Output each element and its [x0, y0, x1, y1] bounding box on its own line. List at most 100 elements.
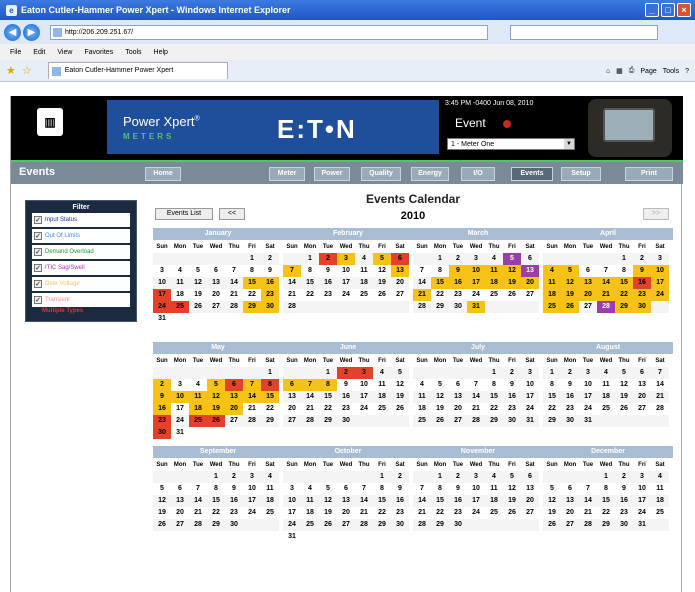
- day-cell[interactable]: 17: [337, 277, 355, 289]
- day-cell[interactable]: 13: [337, 495, 355, 507]
- day-cell[interactable]: 22: [543, 403, 561, 415]
- day-cell[interactable]: 14: [243, 391, 261, 403]
- day-cell[interactable]: 10: [153, 277, 171, 289]
- day-cell[interactable]: 5: [503, 471, 521, 483]
- nav-quality-button[interactable]: Quality: [361, 167, 401, 181]
- day-cell[interactable]: 19: [373, 277, 391, 289]
- day-cell[interactable]: 17: [521, 391, 539, 403]
- day-cell[interactable]: 7: [413, 265, 431, 277]
- day-cell[interactable]: 27: [633, 403, 651, 415]
- day-cell[interactable]: 6: [207, 265, 225, 277]
- day-cell[interactable]: 10: [171, 391, 189, 403]
- day-cell[interactable]: 26: [615, 403, 633, 415]
- day-cell[interactable]: 22: [243, 289, 261, 301]
- day-cell[interactable]: 24: [337, 289, 355, 301]
- day-cell[interactable]: 11: [189, 391, 207, 403]
- day-cell[interactable]: 17: [651, 277, 669, 289]
- day-cell[interactable]: 12: [543, 495, 561, 507]
- day-cell[interactable]: 21: [413, 289, 431, 301]
- day-cell[interactable]: 10: [633, 483, 651, 495]
- day-cell[interactable]: 9: [391, 483, 409, 495]
- day-cell[interactable]: 7: [301, 379, 319, 391]
- tools-menu[interactable]: Tools: [663, 68, 679, 75]
- day-cell[interactable]: 25: [597, 403, 615, 415]
- day-cell[interactable]: 29: [597, 519, 615, 531]
- search-input[interactable]: [510, 24, 658, 40]
- day-cell[interactable]: 11: [651, 483, 669, 495]
- day-cell[interactable]: 30: [225, 519, 243, 531]
- filter-item[interactable]: ✓ Out Of Limits: [32, 229, 130, 243]
- day-cell[interactable]: 16: [633, 277, 651, 289]
- day-cell[interactable]: 11: [373, 379, 391, 391]
- day-cell[interactable]: 31: [521, 415, 539, 427]
- day-cell[interactable]: 28: [579, 519, 597, 531]
- day-cell[interactable]: 28: [283, 301, 301, 313]
- day-cell[interactable]: 4: [355, 253, 373, 265]
- day-cell[interactable]: 4: [543, 265, 561, 277]
- day-cell[interactable]: 3: [337, 253, 355, 265]
- day-cell[interactable]: 1: [485, 367, 503, 379]
- day-cell[interactable]: 16: [615, 495, 633, 507]
- day-cell[interactable]: 21: [413, 507, 431, 519]
- day-cell[interactable]: 5: [153, 483, 171, 495]
- day-cell[interactable]: 24: [467, 289, 485, 301]
- day-cell[interactable]: 6: [633, 367, 651, 379]
- day-cell[interactable]: 29: [243, 301, 261, 313]
- day-cell[interactable]: 5: [431, 379, 449, 391]
- day-cell[interactable]: 28: [467, 415, 485, 427]
- day-cell[interactable]: 5: [391, 367, 409, 379]
- day-cell[interactable]: 22: [261, 403, 279, 415]
- day-cell[interactable]: 27: [171, 519, 189, 531]
- day-cell[interactable]: 15: [431, 495, 449, 507]
- day-cell[interactable]: 15: [485, 391, 503, 403]
- day-cell[interactable]: 17: [467, 495, 485, 507]
- day-cell[interactable]: 12: [319, 495, 337, 507]
- day-cell[interactable]: 21: [467, 403, 485, 415]
- day-cell[interactable]: 13: [633, 379, 651, 391]
- day-cell[interactable]: 20: [283, 403, 301, 415]
- next-year-button[interactable]: >>: [643, 208, 669, 220]
- day-cell[interactable]: 3: [521, 367, 539, 379]
- day-cell[interactable]: 5: [319, 483, 337, 495]
- nav-io-button[interactable]: I/O: [461, 167, 495, 181]
- add-favorite-icon[interactable]: ☆: [22, 64, 32, 77]
- day-cell[interactable]: 20: [579, 289, 597, 301]
- day-cell[interactable]: 7: [651, 367, 669, 379]
- day-cell[interactable]: 1: [615, 253, 633, 265]
- nav-energy-button[interactable]: Energy: [411, 167, 449, 181]
- day-cell[interactable]: 9: [561, 379, 579, 391]
- day-cell[interactable]: 17: [355, 391, 373, 403]
- nav-home-button[interactable]: Home: [145, 167, 181, 181]
- day-cell[interactable]: 30: [561, 415, 579, 427]
- day-cell[interactable]: 5: [615, 367, 633, 379]
- maximize-icon[interactable]: □: [661, 3, 675, 17]
- day-cell[interactable]: 26: [319, 519, 337, 531]
- day-cell[interactable]: 12: [189, 277, 207, 289]
- day-cell[interactable]: 4: [651, 471, 669, 483]
- day-cell[interactable]: 21: [225, 289, 243, 301]
- day-cell[interactable]: 6: [171, 483, 189, 495]
- day-cell[interactable]: 5: [373, 253, 391, 265]
- day-cell[interactable]: 27: [521, 289, 539, 301]
- day-cell[interactable]: 18: [171, 289, 189, 301]
- day-cell[interactable]: 22: [431, 507, 449, 519]
- day-cell[interactable]: 14: [651, 379, 669, 391]
- day-cell[interactable]: 29: [319, 415, 337, 427]
- day-cell[interactable]: 25: [485, 289, 503, 301]
- day-cell[interactable]: 29: [207, 519, 225, 531]
- day-cell[interactable]: 8: [543, 379, 561, 391]
- day-cell[interactable]: 22: [431, 289, 449, 301]
- day-cell[interactable]: 26: [561, 301, 579, 313]
- day-cell[interactable]: 4: [261, 471, 279, 483]
- day-cell[interactable]: 13: [225, 391, 243, 403]
- day-cell[interactable]: 24: [243, 507, 261, 519]
- day-cell[interactable]: 1: [431, 471, 449, 483]
- day-cell[interactable]: 16: [319, 277, 337, 289]
- day-cell[interactable]: 16: [225, 495, 243, 507]
- day-cell[interactable]: 6: [561, 483, 579, 495]
- day-cell[interactable]: 12: [373, 265, 391, 277]
- day-cell[interactable]: 28: [413, 301, 431, 313]
- day-cell[interactable]: 14: [597, 277, 615, 289]
- nav-setup-button[interactable]: Setup: [561, 167, 601, 181]
- day-cell[interactable]: 21: [579, 507, 597, 519]
